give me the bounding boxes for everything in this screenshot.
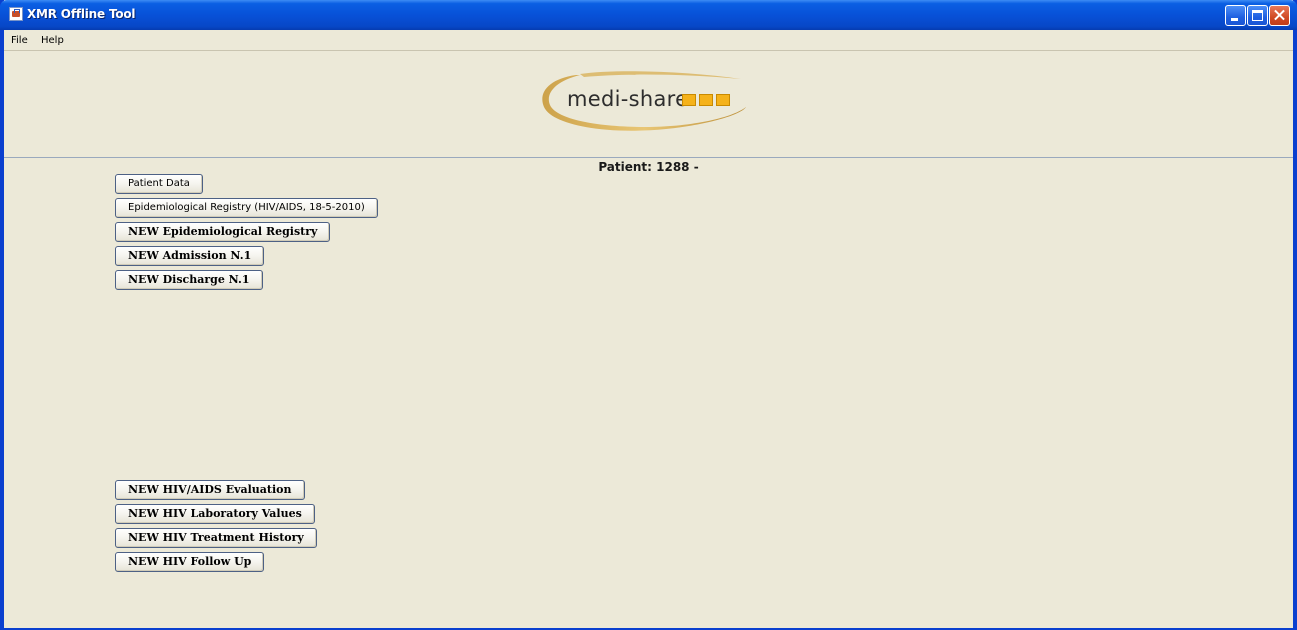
new-discharge-button[interactable]: NEW Discharge N.1 [115, 270, 263, 290]
maximize-button[interactable] [1247, 5, 1268, 26]
java-cup-icon [9, 7, 23, 21]
medi-share-logo: medi-share [536, 71, 766, 139]
header-panel: medi-share [4, 51, 1293, 158]
menu-help[interactable]: Help [41, 35, 64, 46]
logo-square [699, 94, 713, 106]
new-hiv-treatment-history-button[interactable]: NEW HIV Treatment History [115, 528, 317, 548]
menu-bar: File Help [4, 30, 1293, 51]
logo-text: medi-share [567, 87, 689, 111]
title-bar[interactable]: XMR Offline Tool [0, 0, 1297, 30]
menu-file[interactable]: File [11, 35, 28, 46]
patient-data-button[interactable]: Patient Data [115, 174, 203, 194]
close-icon [1270, 6, 1289, 25]
close-button[interactable] [1269, 5, 1290, 26]
new-hiv-aids-evaluation-button[interactable]: NEW HIV/AIDS Evaluation [115, 480, 305, 500]
minimize-button[interactable] [1225, 5, 1246, 26]
new-hiv-laboratory-values-button[interactable]: NEW HIV Laboratory Values [115, 504, 315, 524]
maximize-icon [1252, 10, 1263, 21]
logo-square [716, 94, 730, 106]
new-hiv-follow-up-button[interactable]: NEW HIV Follow Up [115, 552, 265, 572]
window-title: XMR Offline Tool [27, 7, 136, 21]
patient-label: Patient: 1288 - [598, 160, 699, 174]
logo-square [682, 94, 696, 106]
new-epidemiological-registry-button[interactable]: NEW Epidemiological Registry [115, 222, 331, 242]
minimize-icon [1231, 18, 1238, 21]
new-admission-button[interactable]: NEW Admission N.1 [115, 246, 265, 266]
app-window: XMR Offline Tool File Help medi-share Pa… [0, 0, 1297, 630]
epidemiological-registry-button[interactable]: Epidemiological Registry (HIV/AIDS, 18-5… [115, 198, 378, 218]
